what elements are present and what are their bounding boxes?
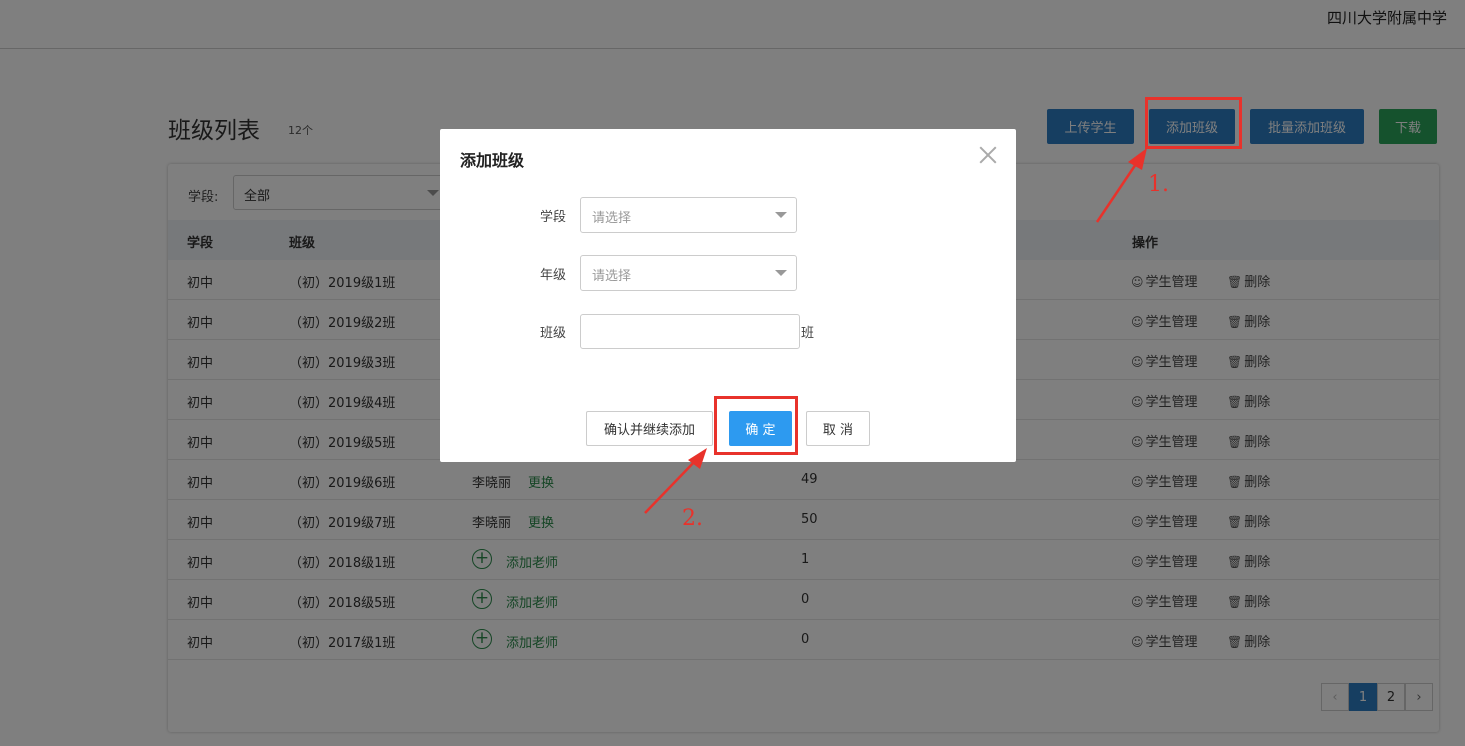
highlight-confirm — [714, 396, 798, 455]
stage-placeholder: 请选择 — [592, 211, 632, 226]
cancel-button[interactable]: 取 消 — [806, 411, 870, 446]
confirm-continue-button[interactable]: 确认并继续添加 — [586, 411, 713, 446]
stage-label: 学段 — [540, 210, 567, 225]
class-suffix: 班 — [801, 326, 815, 341]
class-label: 班级 — [540, 326, 567, 341]
chevron-down-icon — [775, 212, 787, 218]
grade-placeholder: 请选择 — [592, 269, 632, 284]
grade-select[interactable]: 请选择 — [580, 255, 797, 291]
highlight-add-class — [1145, 97, 1242, 149]
grade-label: 年级 — [540, 268, 567, 283]
dialog-title: 添加班级 — [460, 151, 525, 170]
step-1-label: 1. — [1148, 172, 1169, 197]
step-2-label: 2. — [682, 506, 703, 531]
class-name-input[interactable] — [580, 314, 800, 349]
close-icon[interactable] — [976, 143, 1000, 167]
stage-select[interactable]: 请选择 — [580, 197, 797, 233]
chevron-down-icon — [775, 270, 787, 276]
